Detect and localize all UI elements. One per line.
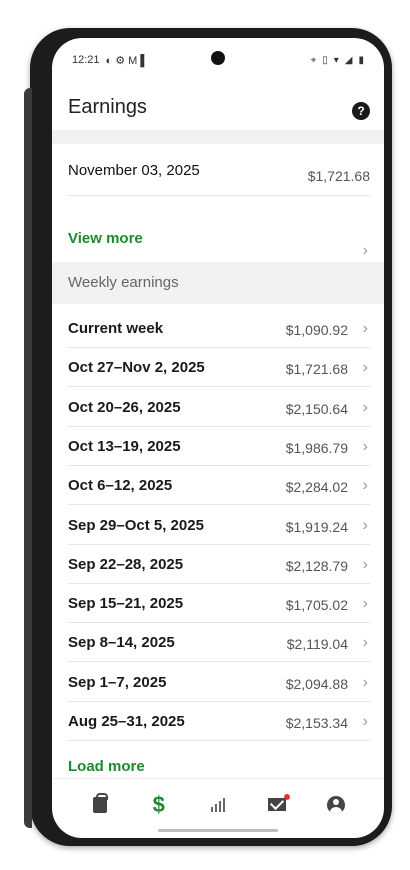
status-bar: 12:21 ◐ ⚙ M ▌ ⌖ ▯ ▾ ◢ ▮: [72, 50, 364, 70]
week-range-label: Sep 8–14, 2025: [68, 634, 175, 652]
vibrate-icon: ▯: [322, 54, 328, 66]
weekly-row[interactable]: Aug 25–31, 2025 $2,153.34 ›: [68, 703, 370, 741]
dollar-icon: $: [152, 791, 165, 817]
week-range-label: Sep 15–21, 2025: [68, 595, 184, 613]
weekly-row[interactable]: Sep 15–21, 2025 $1,705.02 ›: [68, 585, 370, 624]
home-indicator[interactable]: [158, 829, 278, 832]
chevron-right-icon[interactable]: ›: [363, 674, 368, 692]
mail-icon: [268, 798, 287, 811]
weekly-row[interactable]: Oct 27–Nov 2, 2025 $1,721.68 ›: [68, 349, 370, 388]
weekly-row[interactable]: Sep 1–7, 2025 $2,094.88 ›: [68, 664, 370, 702]
load-more-link[interactable]: Load more: [68, 758, 145, 775]
nav-account[interactable]: [316, 789, 356, 821]
weekly-earnings-label: Weekly earnings: [68, 274, 179, 291]
week-amount: $2,128.79: [285, 557, 348, 574]
weekly-row[interactable]: Sep 29–Oct 5, 2025 $1,919.24 ›: [68, 507, 370, 545]
view-more-link[interactable]: View more: [68, 230, 143, 247]
week-amount: $1,919.24: [285, 518, 348, 535]
week-range-label: Oct 27–Nov 2, 2025: [68, 359, 205, 377]
weekly-row[interactable]: Current week $1,090.92 ›: [68, 310, 370, 348]
week-range-label: Current week: [68, 320, 164, 337]
chevron-right-icon[interactable]: ›: [363, 242, 368, 260]
nav-ratings[interactable]: [198, 789, 238, 821]
chevron-right-icon[interactable]: ›: [363, 477, 368, 495]
location-icon: ⌖: [310, 54, 317, 66]
weekly-row[interactable]: Oct 20–26, 2025 $2,150.64 ›: [68, 389, 370, 427]
phone-frame: 12:21 ◐ ⚙ M ▌ ⌖ ▯ ▾ ◢ ▮ Earnings ? Novem…: [24, 28, 392, 846]
chevron-right-icon[interactable]: ›: [363, 713, 368, 731]
week-amount: $2,150.64: [285, 400, 348, 417]
section-divider: [52, 130, 384, 144]
account-icon: [327, 795, 346, 814]
week-range-label: Oct 6–12, 2025: [68, 477, 173, 495]
nav-earnings[interactable]: $: [139, 789, 179, 821]
weekly-row[interactable]: Oct 6–12, 2025 $2,284.02 ›: [68, 467, 370, 506]
status-right-icons: ⌖ ▯ ▾ ◢ ▮: [311, 55, 364, 66]
week-amount: $2,153.34: [285, 715, 348, 731]
chevron-right-icon[interactable]: ›: [363, 399, 368, 417]
earnings-content: November 03, 2025 $1,721.68 View more › …: [52, 130, 384, 778]
week-range-label: Sep 1–7, 2025: [68, 673, 167, 691]
daily-earnings-date: November 03, 2025: [68, 162, 200, 179]
chevron-right-icon[interactable]: ›: [363, 517, 368, 535]
week-amount: $2,094.88: [285, 675, 348, 692]
nav-deliveries[interactable]: [80, 789, 120, 821]
screen: 12:21 ◐ ⚙ M ▌ ⌖ ▯ ▾ ◢ ▮ Earnings ? Novem…: [52, 38, 384, 838]
daily-earnings-row[interactable]: November 03, 2025 $1,721.68: [68, 150, 370, 196]
chevron-right-icon[interactable]: ›: [363, 438, 368, 456]
daily-earnings-amount: $1,721.68: [307, 168, 370, 184]
chevron-right-icon[interactable]: ›: [363, 634, 368, 652]
chevron-right-icon[interactable]: ›: [363, 556, 368, 574]
notification-dot: [284, 793, 291, 800]
status-time: 12:21: [72, 54, 100, 66]
chevron-right-icon[interactable]: ›: [363, 359, 368, 377]
week-range-label: Aug 25–31, 2025: [68, 713, 185, 730]
help-icon[interactable]: ?: [352, 102, 370, 120]
shopping-bag-icon: [92, 792, 108, 813]
week-range-label: Sep 22–28, 2025: [68, 555, 184, 573]
battery-icon: ▮: [358, 54, 364, 66]
weekly-section-header: Weekly earnings: [52, 262, 384, 304]
week-range-label: Sep 29–Oct 5, 2025: [68, 516, 204, 534]
bar-chart-icon: [210, 797, 225, 812]
weekly-row[interactable]: Oct 13–19, 2025 $1,986.79 ›: [68, 428, 370, 466]
weekly-row[interactable]: Sep 22–28, 2025 $2,128.79 ›: [68, 546, 370, 584]
week-range-label: Oct 20–26, 2025: [68, 398, 181, 416]
week-amount: $1,090.92: [285, 322, 348, 338]
week-amount: $2,284.02: [285, 479, 348, 496]
chevron-right-icon[interactable]: ›: [363, 595, 368, 613]
app-bar: Earnings ?: [52, 90, 384, 126]
week-range-label: Oct 13–19, 2025: [68, 437, 181, 455]
signal-icon: ◢: [344, 54, 353, 66]
week-amount: $1,721.68: [285, 361, 348, 378]
wifi-icon: ▾: [333, 54, 339, 66]
week-amount: $1,705.02: [285, 597, 348, 614]
nav-inbox[interactable]: [257, 789, 297, 821]
status-app-icons: ◐ ⚙ M ▌: [105, 54, 149, 67]
week-amount: $1,986.79: [285, 439, 348, 456]
page-title: Earnings: [68, 96, 147, 118]
chevron-right-icon[interactable]: ›: [363, 320, 368, 338]
week-amount: $2,119.04: [286, 636, 348, 653]
weekly-row[interactable]: Sep 8–14, 2025 $2,119.04 ›: [68, 624, 370, 663]
